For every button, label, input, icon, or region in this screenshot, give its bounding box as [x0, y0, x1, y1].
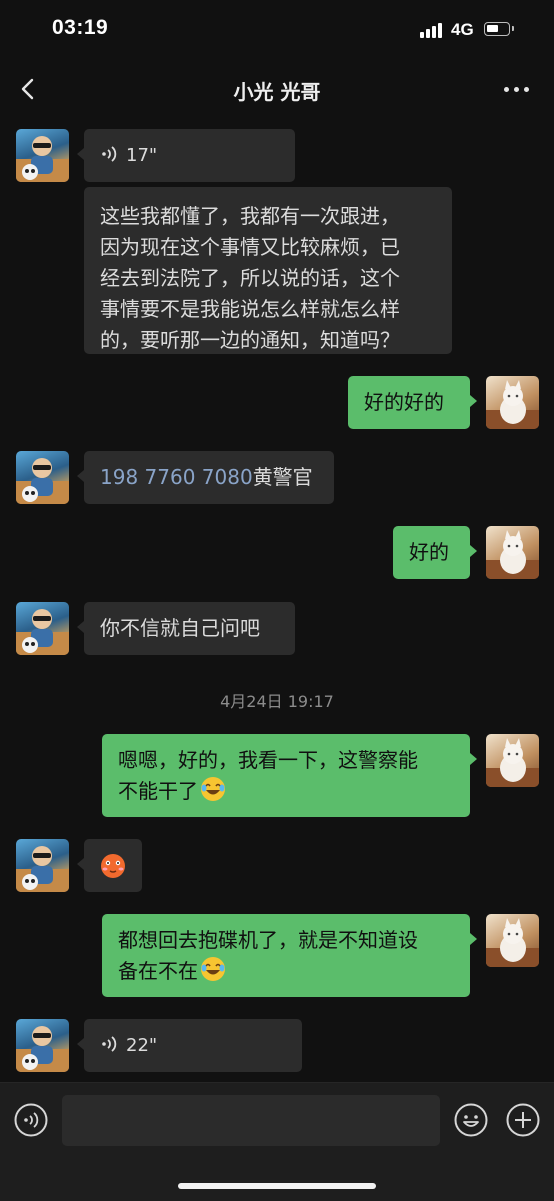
emoji-icon[interactable]: [454, 1103, 488, 1137]
voice-duration: 17": [126, 145, 158, 166]
message-line: 这些我都懂了，我都有一次跟进，: [100, 204, 400, 228]
message-line: 不能干了: [118, 779, 198, 803]
voice-message[interactable]: 17": [77, 129, 295, 182]
text-message[interactable]: 都想回去抱碟机了，就是不知道设 备在不在: [102, 914, 477, 997]
message-text: 黄警官: [252, 465, 313, 489]
home-indicator: [178, 1183, 376, 1189]
text-message[interactable]: 好的: [393, 526, 477, 579]
message-line: 的，要听那一边的通知，知道吗？: [100, 328, 400, 352]
message-line: 因为现在这个事情又比较麻烦，已: [100, 235, 400, 259]
contact-avatar[interactable]: [16, 602, 69, 655]
emoji-message[interactable]: [77, 839, 142, 892]
text-message[interactable]: 好的好的: [348, 376, 477, 429]
text-message[interactable]: 198 7760 7080黄警官: [77, 451, 334, 504]
status-bar: 03:19 4G: [0, 0, 554, 62]
chat-title: 小光 光哥: [233, 80, 321, 104]
network-type: 4G: [451, 20, 474, 39]
laughing-tears-emoji: [201, 777, 225, 801]
battery-icon: [484, 22, 514, 36]
message-line: 经去到法院了，所以说的话，这个: [100, 266, 400, 290]
plus-icon[interactable]: [506, 1103, 540, 1137]
self-avatar[interactable]: [486, 734, 539, 787]
contact-avatar[interactable]: [16, 1019, 69, 1072]
contact-avatar[interactable]: [16, 839, 69, 892]
chat-timestamp: 4月24日 19:17: [220, 692, 334, 711]
voice-duration: 22": [126, 1035, 158, 1056]
text-message[interactable]: 嗯嗯，好的，我看一下，这警察能 不能干了: [102, 734, 477, 817]
message-line: 备在不在: [118, 959, 198, 983]
contact-avatar[interactable]: [16, 129, 69, 182]
self-avatar[interactable]: [486, 526, 539, 579]
message-line: 事情要不是我能说怎么样就怎么样: [100, 297, 400, 321]
phone-number-link[interactable]: 198 7760 7080: [100, 465, 253, 489]
message-line: 嗯嗯，好的，我看一下，这警察能: [118, 748, 418, 772]
laughing-tears-emoji: [201, 957, 225, 981]
chat-header: 小光 光哥: [0, 62, 554, 118]
voice-input-icon[interactable]: [14, 1103, 48, 1137]
voice-message[interactable]: 22": [77, 1019, 302, 1072]
self-avatar[interactable]: [486, 376, 539, 429]
text-message[interactable]: 你不信就自己问吧: [77, 602, 295, 655]
contact-avatar[interactable]: [16, 451, 69, 504]
status-time: 03:19: [52, 16, 109, 39]
more-dots-icon[interactable]: [500, 76, 534, 102]
self-avatar[interactable]: [486, 914, 539, 967]
message-line: 都想回去抱碟机了，就是不知道设: [118, 928, 418, 952]
blushing-face-emoji: [101, 854, 125, 878]
voice-wave-icon: [102, 1036, 117, 1052]
text-message[interactable]: 这些我都懂了，我都有一次跟进， 因为现在这个事情又比较麻烦，已 经去到法院了，所…: [84, 187, 452, 354]
message-input[interactable]: [62, 1095, 440, 1146]
signal-icon: [420, 22, 442, 38]
voice-wave-icon: [102, 146, 117, 162]
